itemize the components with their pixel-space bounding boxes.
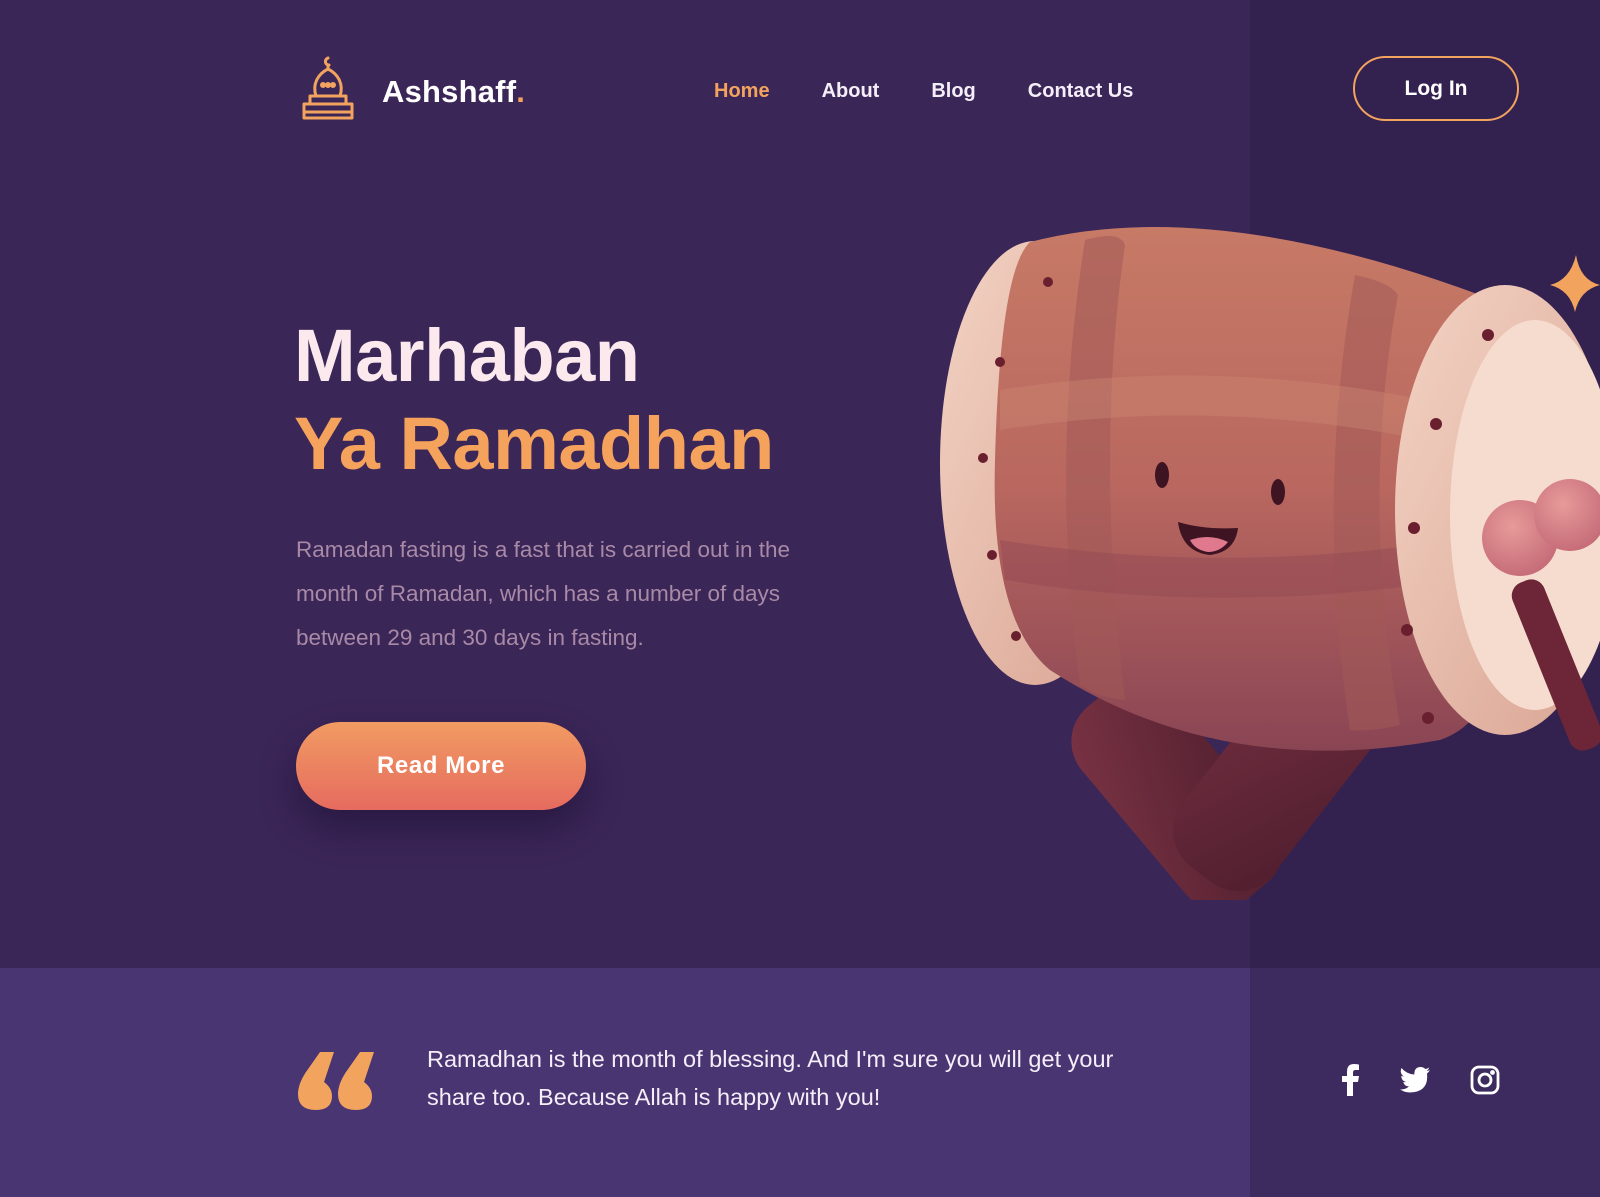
main-nav: Home About Blog Contact Us <box>714 80 1133 103</box>
brand-name: Ashshaff. <box>382 74 526 109</box>
hero-description: Ramadan fasting is a fast that is carrie… <box>296 537 791 650</box>
facebook-icon[interactable] <box>1340 1064 1360 1101</box>
twitter-icon[interactable] <box>1400 1067 1430 1098</box>
hero-title-line1: Marhaban <box>294 314 640 397</box>
quote-text: Ramadhan is the month of blessing. And I… <box>427 1046 1114 1110</box>
quote-icon <box>294 1050 376 1117</box>
social-links <box>1340 1064 1500 1101</box>
nav-about[interactable]: About <box>822 80 880 103</box>
bedug-drum-illustration <box>920 200 1600 909</box>
instagram-icon[interactable] <box>1470 1065 1500 1100</box>
hero-title-line2: Ya Ramadhan <box>294 402 774 485</box>
nav-home[interactable]: Home <box>714 80 770 103</box>
brand-logo[interactable]: Ashshaff. <box>296 56 525 120</box>
login-button[interactable]: Log In <box>1353 56 1519 121</box>
nav-contact[interactable]: Contact Us <box>1028 80 1134 103</box>
mosque-icon <box>296 56 360 120</box>
read-more-button[interactable]: Read More <box>296 722 586 810</box>
hero-title: Marhaban Ya Ramadhan <box>294 312 774 488</box>
nav-blog[interactable]: Blog <box>931 80 975 103</box>
